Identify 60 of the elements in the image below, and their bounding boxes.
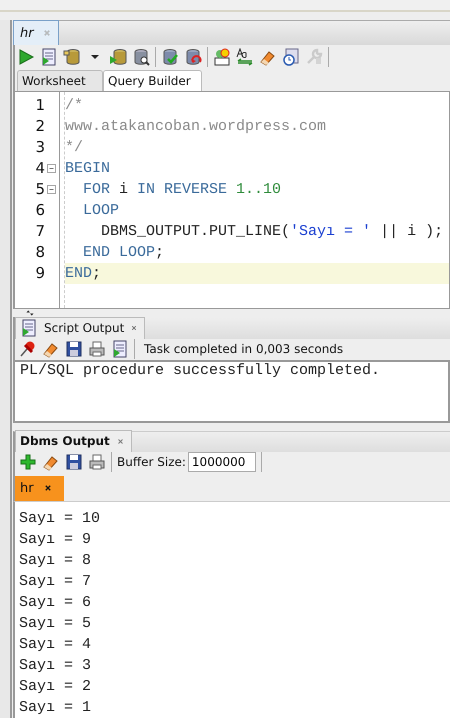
query-builder-tab[interactable]: Query Builder [103,70,202,91]
database-icon[interactable] [63,48,81,66]
output-line: Sayı = 4 [19,634,92,655]
worksheet-tab[interactable]: Worksheet [17,70,103,91]
code-line: www.atakancoban.wordpress.com [65,116,328,137]
code-line: DBMS_OUTPUT.PUT_LINE('Sayı = ' || i ); [100,222,444,242]
output-line: Sayı = 3 [19,656,92,676]
output-line: Sayı = 6 [19,592,92,613]
output-line: Sayı = 5 [19,614,92,634]
connection-tab[interactable]: hr [15,476,64,501]
code-line: FOR i IN REVERSE 1..10 [82,180,282,200]
close-icon[interactable] [130,324,138,332]
run-icon[interactable] [17,48,35,66]
script-output-tab[interactable]: Script Output [15,316,146,339]
pin-icon[interactable] [19,340,37,358]
status-message: Task completed in 0,003 seconds [143,342,344,356]
output-line: Sayı = 8 [19,550,92,571]
clock-icon[interactable] [282,48,300,66]
close-icon[interactable] [116,436,125,446]
close-icon[interactable] [44,484,52,492]
line-number: 3 [34,138,45,156]
letter-case-icon[interactable] [236,48,254,66]
line-number: 6 [34,201,45,220]
add-icon[interactable] [19,453,37,472]
editor-tab[interactable]: hr [13,20,59,45]
save-icon[interactable] [65,340,83,358]
output-line: Sayı = 9 [19,530,92,550]
output-line: Sayı = 10 [19,508,102,529]
output-line: Sayı = 7 [19,572,92,592]
database-undo-icon[interactable] [184,48,202,66]
code-line: /* [65,96,84,116]
code-line: LOOP [82,200,120,221]
database-icon[interactable] [109,48,127,66]
script-icon[interactable] [20,319,38,338]
line-number: 7 [34,222,45,240]
line-number: 5 [34,180,45,198]
print-icon[interactable] [88,340,106,358]
line-number: 8 [34,243,45,262]
buffer-size-label: Buffer Size: [117,455,186,470]
output-line: Sayı = 2 [19,676,92,697]
collapse-icon[interactable] [46,184,56,194]
buffer-size-field[interactable]: 1000000 [188,452,256,472]
code-line: */ [65,138,84,158]
line-number: 2 [34,117,45,136]
sql-sheet-icon[interactable] [213,48,231,66]
script-icon[interactable] [40,48,58,66]
dbms-output-tab[interactable]: Dbms Output [15,430,132,452]
line-number: 1 [34,96,45,114]
print-icon[interactable] [88,453,106,472]
database-check-icon[interactable] [161,48,179,66]
code-line: BEGIN [65,158,112,179]
output-text: PL/SQL procedure successfully completed. [20,362,382,380]
code-line: END LOOP; [82,242,166,263]
script-icon[interactable] [111,340,129,358]
collapse-icon[interactable] [46,164,56,173]
save-icon[interactable] [65,453,83,472]
line-number: 9 [34,264,45,282]
database-search-icon[interactable] [132,48,150,66]
line-number: 4 [34,159,45,178]
output-line: Sayı = 1 [19,698,92,718]
